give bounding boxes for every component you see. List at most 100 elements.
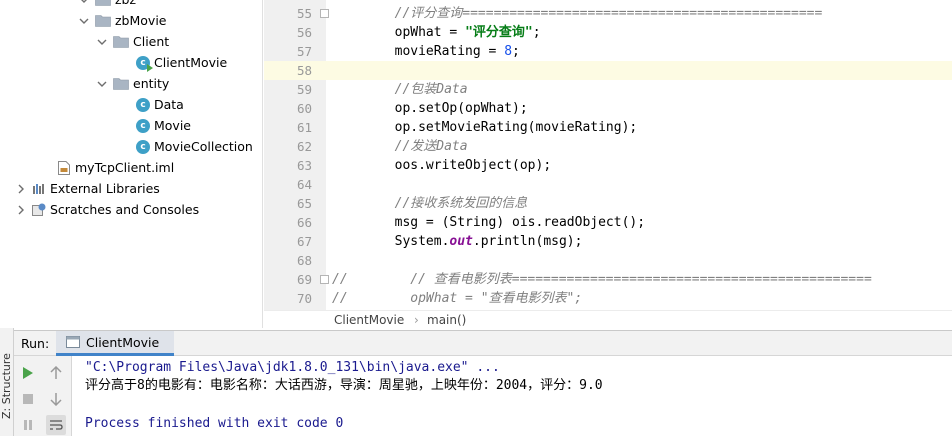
code-line[interactable]: 70 // opWhat = "查看电影列表";: [264, 289, 952, 308]
iml-file-icon: [58, 160, 70, 175]
code-text: // // 查看电影列表============================…: [332, 270, 872, 289]
code-line[interactable]: 59 //包装Data: [264, 80, 952, 99]
code-token-comment: //发送Data: [332, 139, 468, 154]
tree-item-mytcpclient-iml[interactable]: myTcpClient.iml: [58, 157, 174, 178]
line-number: 60: [296, 101, 312, 116]
scroll-down-button[interactable]: [46, 389, 66, 409]
tree-item-zbz[interactable]: zbz: [79, 0, 136, 10]
code-text: //包装Data: [332, 80, 468, 99]
class-icon: c: [136, 118, 150, 133]
tree-item-client[interactable]: Client: [97, 31, 169, 52]
chevron-down-icon[interactable]: [97, 79, 107, 89]
code-editor[interactable]: 55 //评分查询===============================…: [264, 0, 952, 310]
code-token-comment: //包装Data: [332, 82, 468, 97]
code-text: //接收系统发回的信息: [332, 194, 528, 213]
line-number: 55: [296, 6, 312, 21]
class-icon: c: [136, 139, 150, 154]
code-token-plain: op.setMovieRating(movieRating);: [332, 120, 638, 135]
tree-item-external-libraries[interactable]: External Libraries: [16, 178, 160, 199]
pause-icon: [24, 420, 32, 430]
code-line[interactable]: 67 System.out.println(msg);: [264, 232, 952, 251]
tree-item-data[interactable]: c Data: [136, 94, 184, 115]
code-line[interactable]: 60 op.setOp(opWhat);: [264, 99, 952, 118]
breadcrumb-separator: ›: [414, 313, 419, 327]
code-line[interactable]: 64: [264, 175, 952, 194]
run-panel-header: Run: ClientMovie: [14, 330, 952, 356]
code-line[interactable]: 62 //发送Data: [264, 137, 952, 156]
tree-item-clientmovie[interactable]: c ClientMovie: [136, 52, 227, 73]
code-token-plain: opWhat =: [332, 25, 466, 40]
line-number: 62: [296, 139, 312, 154]
chevron-down-icon[interactable]: [79, 16, 89, 26]
code-line[interactable]: 57 movieRating = 8;: [264, 42, 952, 61]
run-console[interactable]: "C:\Program Files\Java\jdk1.8.0_131\bin\…: [73, 356, 952, 436]
structure-tool-button[interactable]: Z: Structure: [0, 336, 14, 436]
line-number: 65: [296, 196, 312, 211]
code-line[interactable]: 69 // // 查看电影列表==========================…: [264, 270, 952, 289]
tree-item-zbmovie[interactable]: zbMovie: [79, 10, 167, 31]
code-line[interactable]: 55 //评分查询===============================…: [264, 4, 952, 23]
code-text: //发送Data: [332, 137, 468, 156]
console-icon: [66, 336, 80, 348]
code-line[interactable]: 65 //接收系统发回的信息: [264, 194, 952, 213]
breadcrumb-class[interactable]: ClientMovie: [334, 311, 404, 330]
code-token-plain: msg = (String) ois.readObject();: [332, 215, 646, 230]
chevron-right-icon[interactable]: [16, 205, 26, 215]
tree-item-label: Movie: [154, 118, 191, 133]
play-icon: [23, 367, 33, 379]
code-text: oos.writeObject(op);: [332, 156, 552, 175]
code-text: System.out.println(msg);: [332, 232, 583, 251]
code-token-string: "评分查询": [465, 25, 533, 40]
fold-marker-icon[interactable]: [320, 9, 329, 18]
run-tab-clientmovie[interactable]: ClientMovie: [56, 331, 174, 356]
fold-marker-icon[interactable]: [320, 275, 329, 284]
code-line[interactable]: 63 oos.writeObject(op);: [264, 156, 952, 175]
line-number: 66: [296, 215, 312, 230]
line-number: 61: [296, 120, 312, 135]
rerun-button[interactable]: [18, 363, 38, 383]
scroll-up-button[interactable]: [46, 363, 66, 383]
breadcrumb-method[interactable]: main(): [427, 311, 466, 330]
tree-item-label: entity: [133, 76, 170, 91]
line-number: 69: [296, 272, 312, 287]
folder-icon: [95, 0, 111, 6]
code-token-comment: //接收系统发回的信息: [332, 196, 528, 211]
chevron-right-icon[interactable]: [16, 184, 26, 194]
tree-item-entity[interactable]: entity: [97, 73, 169, 94]
code-line[interactable]: 68: [264, 251, 952, 270]
code-text: op.setOp(opWhat);: [332, 99, 528, 118]
code-token-comment: //评分查询==================================…: [332, 6, 823, 21]
tree-item-label: Scratches and Consoles: [50, 202, 200, 217]
structure-tool-strip: Z: Structure: [0, 328, 14, 436]
code-line[interactable]: 66 msg = (String) ois.readObject();: [264, 213, 952, 232]
code-line[interactable]: 58: [264, 61, 952, 80]
line-number: 70: [296, 291, 312, 306]
pause-button[interactable]: [18, 415, 38, 435]
line-number: 57: [296, 44, 312, 59]
project-tree: zbzzbMovieClientcClientMovieentitycDatac…: [0, 0, 263, 328]
line-number: 59: [296, 82, 312, 97]
code-text: // opWhat = "查看电影列表";: [332, 289, 582, 308]
folder-icon: [113, 36, 129, 48]
soft-wrap-button[interactable]: [46, 415, 66, 435]
code-text: msg = (String) ois.readObject();: [332, 213, 645, 232]
code-token-plain: op.setOp(opWhat);: [332, 101, 528, 116]
code-token-plain: System.: [332, 234, 450, 249]
code-line[interactable]: 56 opWhat = "评分查询";: [264, 23, 952, 42]
run-tab-label: ClientMovie: [86, 334, 160, 350]
run-label: Run:: [21, 336, 50, 351]
line-number: 64: [296, 177, 312, 192]
folder-icon: [95, 15, 111, 27]
code-token-comment: // // 查看电影列表============================…: [332, 272, 872, 287]
tree-item-scratches-and-consoles[interactable]: Scratches and Consoles: [16, 199, 199, 220]
chevron-down-icon[interactable]: [97, 37, 107, 47]
breadcrumb: ClientMovie › main(): [264, 310, 952, 330]
chevron-down-icon[interactable]: [79, 0, 89, 5]
runnable-class-icon: c: [136, 55, 153, 72]
tree-item-movie[interactable]: c Movie: [136, 115, 191, 136]
code-text: //评分查询==================================…: [332, 4, 823, 23]
code-line[interactable]: 61 op.setMovieRating(movieRating);: [264, 118, 952, 137]
tree-item-label: zbz: [115, 0, 136, 10]
tree-item-moviecollection[interactable]: c MovieCollection: [136, 136, 253, 157]
stop-button[interactable]: [18, 389, 38, 409]
